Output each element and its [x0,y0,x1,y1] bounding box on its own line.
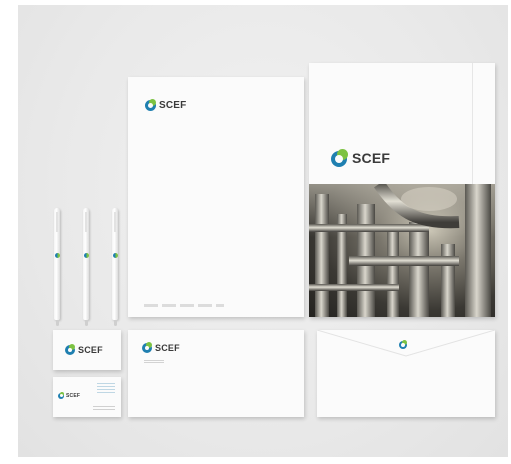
presentation-folder: SCEF [309,63,495,317]
pen-logo-icon [54,253,60,258]
card-back-contact-lines [97,383,115,393]
business-card-front: SCEF [53,330,121,370]
scef-logo-mark-icon [65,344,76,355]
letterhead-brand-name: SCEF [159,99,187,111]
card-front-logo: SCEF [65,344,103,355]
scef-logo-mark-icon [58,392,65,399]
scef-logo-mark-icon [145,99,157,111]
envelope [317,330,495,417]
letterhead-logo: SCEF [145,99,186,111]
slip-brand-name: SCEF [155,342,180,353]
card-back-logo: SCEF [58,392,80,399]
card-back-address-lines [93,406,115,412]
scef-logo-mark-icon [142,342,153,353]
letterhead-footer-lines [144,304,224,307]
scef-logo-mark-icon [399,340,408,349]
industrial-pipes-photo [309,184,495,317]
slip-detail-lines [144,360,164,363]
compliment-slip: SCEF [128,330,304,417]
card-back-brand-name: SCEF [66,392,81,399]
pen-logo-icon [83,253,89,258]
pipes-illustration [309,184,491,317]
branded-pen-3 [112,208,118,326]
card-front-brand-name: SCEF [78,344,103,355]
folder-brand-name: SCEF [352,150,391,166]
business-card-back: SCEF [53,377,121,417]
slip-logo: SCEF [142,342,180,353]
folder-logo: SCEF [331,149,390,167]
scef-logo-mark-icon [331,149,349,167]
branded-pen-2 [83,208,89,326]
stationery-mockup-scene: SCEF SCEF SCEF SCEF SCEF [18,5,508,457]
pen-logo-icon [112,253,118,258]
letterhead-sheet: SCEF [128,77,304,317]
branded-pen-1 [54,208,60,326]
